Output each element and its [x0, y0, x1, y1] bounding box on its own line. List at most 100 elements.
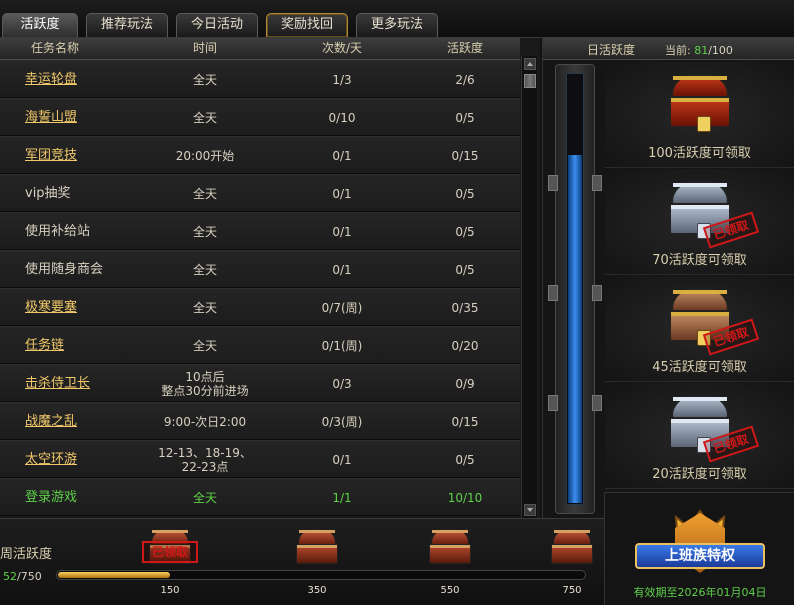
table-row: 战魔之乱 9:00-次日2:00 0/3(周) 0/15: [0, 402, 520, 440]
header-activity: 活跃度: [446, 41, 483, 55]
task-count: 0/1: [332, 452, 352, 467]
vip-title[interactable]: 上班族特权: [635, 543, 765, 569]
table-row: 任务链 全天 0/1(周) 0/20: [0, 326, 520, 364]
tab-recommended[interactable]: 推荐玩法: [86, 13, 168, 37]
daily-reward-slot[interactable]: 已领取 70活跃度可领取: [605, 169, 794, 275]
weekly-chest-icon[interactable]: [550, 529, 594, 565]
scroll-up-arrow-icon[interactable]: [524, 58, 536, 70]
tab-activity[interactable]: 活跃度: [2, 13, 78, 37]
task-name-link[interactable]: 幸运轮盘: [25, 61, 145, 98]
task-activity: 0/20: [451, 338, 479, 353]
treasure-chest-icon[interactable]: [667, 72, 733, 132]
weekly-current-value: 52: [3, 570, 17, 583]
header-task-name: 任务名称: [30, 41, 79, 55]
daily-reward-slot[interactable]: 已领取 20活跃度可领取: [605, 383, 794, 489]
daily-reward-slot[interactable]: 100活跃度可领取: [605, 62, 794, 168]
task-activity: 0/5: [455, 262, 475, 277]
daily-current-readout: 当前: 81/100: [665, 42, 733, 58]
daily-reward-slot[interactable]: 已领取 45活跃度可领取: [605, 276, 794, 382]
daily-header: 日活跃度 当前: 81/100: [543, 38, 794, 60]
task-activity: 0/5: [455, 224, 475, 239]
task-time: 全天: [192, 300, 217, 315]
task-count: 1/1: [332, 490, 352, 505]
task-activity: 0/35: [451, 300, 479, 315]
daily-reward-label: 100活跃度可领取: [648, 146, 751, 161]
scroll-thumb[interactable]: [524, 74, 536, 88]
table-row: 极寒要塞 全天 0/7(周) 0/35: [0, 288, 520, 326]
task-name-link[interactable]: 战魔之乱: [25, 403, 145, 440]
task-name-link[interactable]: 极寒要塞: [25, 289, 145, 326]
task-activity: 0/15: [451, 414, 479, 429]
table-row: 太空环游 12-13、18-19、 22-23点 0/1 0/5: [0, 440, 520, 478]
weekly-milestone-label: 550: [440, 585, 460, 596]
weekly-activity-panel: 周活跃度 52/750 已领取 150 350 550 750: [0, 518, 604, 605]
scroll-down-arrow-icon[interactable]: [524, 504, 536, 516]
weekly-milestone-label: 350: [307, 585, 327, 596]
table-row: 使用随身商会 全天 0/1 0/5: [0, 250, 520, 288]
scrollbar[interactable]: [521, 56, 537, 518]
daily-current-value: 81: [694, 44, 709, 57]
task-time: 12-13、18-19、 22-23点: [158, 445, 252, 474]
table-row: 登录游戏 全天 1/1 10/10: [0, 478, 520, 516]
daily-current-label: 当前:: [665, 44, 691, 57]
task-count: 0/1: [332, 148, 352, 163]
daily-activity-title: 日活跃度: [587, 43, 636, 57]
task-activity: 0/5: [455, 110, 475, 125]
task-time: 全天: [192, 72, 217, 87]
weekly-max-value: /750: [17, 570, 42, 583]
task-name-link[interactable]: 海誓山盟: [25, 99, 145, 136]
task-activity: 0/9: [455, 376, 475, 391]
daily-progress-fill: [568, 155, 582, 503]
task-name: 登录游戏: [25, 489, 78, 505]
task-name: 使用补给站: [25, 223, 91, 239]
task-time: 全天: [192, 262, 217, 277]
table-row: 幸运轮盘 全天 1/3 2/6: [0, 60, 520, 98]
daily-progress-bar: [548, 64, 602, 514]
task-count: 1/3: [332, 72, 352, 87]
weekly-chest-icon[interactable]: [295, 529, 339, 565]
task-count: 0/10: [328, 110, 356, 125]
weekly-activity-title: 周活跃度: [0, 547, 53, 562]
daily-activity-panel: 日活跃度 当前: 81/100 100活跃度可领取已领取 70活跃度可领取 已领取 4…: [542, 38, 794, 518]
task-activity: 0/15: [451, 148, 479, 163]
tab-reward-recovery[interactable]: 奖励找回: [266, 13, 348, 37]
table-body: 幸运轮盘 全天 1/3 2/6 海誓山盟 全天 0/10 0/5 军团竞技 20:00开始 0/1 0…: [0, 60, 520, 516]
task-name-link[interactable]: 军团竞技: [25, 137, 145, 174]
task-time: 全天: [192, 224, 217, 239]
vip-expiry: 有效期至2026年01月04日: [633, 586, 767, 599]
daily-reward-label: 20活跃度可领取: [652, 467, 747, 482]
task-time: 20:00开始: [175, 148, 235, 163]
task-name: 使用随身商会: [25, 261, 104, 277]
task-activity: 0/5: [455, 452, 475, 467]
header-time: 时间: [192, 41, 217, 55]
weekly-progress-fill: [58, 572, 170, 578]
task-activity: 10/10: [447, 490, 483, 505]
table-row: 击杀侍卫长 10点后 整点30分前进场 0/3 0/9: [0, 364, 520, 402]
weekly-milestone-label: 150: [160, 585, 180, 596]
table-row: 军团竞技 20:00开始 0/1 0/15: [0, 136, 520, 174]
task-name: vip抽奖: [25, 185, 71, 201]
task-name-link[interactable]: 任务链: [25, 327, 145, 364]
tab-more[interactable]: 更多玩法: [356, 13, 438, 37]
task-time: 10点后 整点30分前进场: [161, 369, 249, 398]
tab-today-events[interactable]: 今日活动: [176, 13, 258, 37]
task-time: 全天: [192, 186, 217, 201]
daily-max-value: /100: [708, 44, 733, 57]
task-count: 0/1(周): [321, 338, 363, 353]
task-activity: 0/5: [455, 186, 475, 201]
task-name-link[interactable]: 击杀侍卫长: [25, 365, 145, 402]
weekly-milestone-label: 750: [562, 585, 582, 596]
weekly-chest-icon[interactable]: [428, 529, 472, 565]
task-table: 任务名称 时间 次数/天 活跃度 幸运轮盘 全天 1/3 2/6 海誓山盟 全天 0/10 0…: [0, 38, 540, 518]
vip-badge[interactable]: 上班族特权 有效期至2026年01月04日: [604, 492, 794, 605]
task-name-link[interactable]: 太空环游: [25, 441, 145, 478]
table-row: 使用补给站 全天 0/1 0/5: [0, 212, 520, 250]
daily-reward-label: 70活跃度可领取: [652, 253, 747, 268]
task-time: 全天: [192, 338, 217, 353]
task-time: 全天: [192, 110, 217, 125]
task-time: 全天: [192, 490, 217, 505]
weekly-progress-bar: [56, 570, 586, 580]
task-time: 9:00-次日2:00: [163, 414, 247, 429]
task-count: 0/7(周): [321, 300, 363, 315]
daily-reward-label: 45活跃度可领取: [652, 360, 747, 375]
